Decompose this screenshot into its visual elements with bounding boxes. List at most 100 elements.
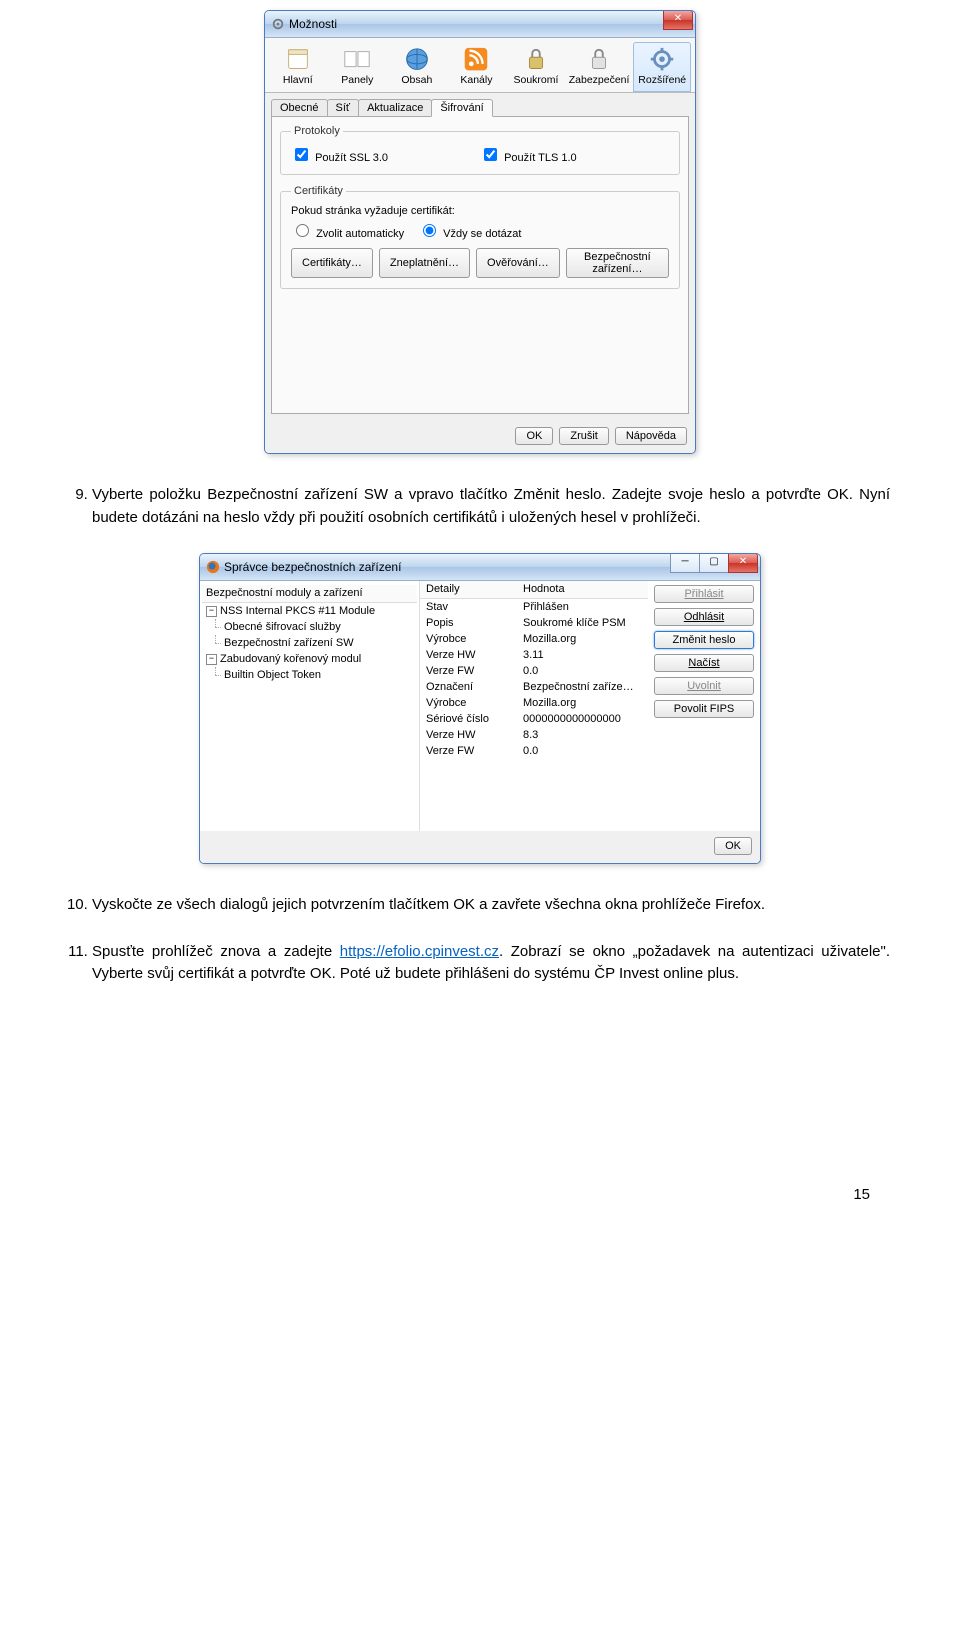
detail-row: PopisSoukromé klíče PSM (420, 615, 648, 631)
window-title: Možnosti (289, 17, 337, 31)
ok-button[interactable]: OK (714, 837, 752, 855)
detail-key: Sériové číslo (420, 711, 517, 727)
cancel-button[interactable]: Zrušit (559, 427, 609, 445)
page-number: 15 (40, 1186, 870, 1203)
tree-module-nss[interactable]: −NSS Internal PKCS #11 Module (202, 603, 417, 619)
tab-update[interactable]: Aktualizace (358, 99, 432, 117)
protocols-legend: Protokoly (291, 125, 343, 137)
load-button[interactable]: Načíst (654, 654, 754, 672)
detail-key: Verze HW (420, 647, 517, 663)
detail-value: 3.11 (517, 647, 648, 663)
main-icon (283, 46, 313, 72)
detail-key: Verze HW (420, 727, 517, 743)
validation-button[interactable]: Ověřování… (476, 248, 560, 278)
detail-key: Stav (420, 599, 517, 615)
radio-auto-input[interactable] (296, 224, 309, 237)
ssl-checkbox[interactable]: Použít SSL 3.0 (291, 145, 480, 164)
collapse-icon[interactable]: − (206, 654, 217, 665)
collapse-icon[interactable]: − (206, 606, 217, 617)
tree-item-generic-crypto[interactable]: Obecné šifrovací služby (202, 619, 417, 635)
detail-row: Verze HW8.3 (420, 727, 648, 743)
certificates-button[interactable]: Certifikáty… (291, 248, 373, 278)
module-tree: Bezpečnostní moduly a zařízení −NSS Inte… (200, 581, 420, 831)
category-toolbar: Hlavní Panely Obsah Kanály Soukromí Zabe… (265, 38, 695, 93)
tab-advanced[interactable]: Rozšířené (633, 42, 691, 92)
tab-feeds[interactable]: Kanály (448, 42, 506, 92)
revocation-button[interactable]: Zneplatnění… (379, 248, 470, 278)
close-icon[interactable]: ✕ (663, 10, 693, 30)
shield-lock-icon (584, 46, 614, 72)
tree-header: Bezpečnostní moduly a zařízení (202, 585, 417, 603)
device-manager-body: Bezpečnostní moduly a zařízení −NSS Inte… (200, 581, 760, 831)
detail-value: Bezpečnostní zaříze… (517, 679, 648, 695)
tls-checkbox[interactable]: Použít TLS 1.0 (480, 145, 669, 164)
titlebar[interactable]: Správce bezpečnostních zařízení ─ ▢ ✕ (200, 554, 760, 581)
release-button[interactable]: Uvolnit (654, 677, 754, 695)
details-header-col1: Detaily (420, 581, 517, 598)
doc-step-11-text-a: Spusťte prohlížeč znova a zadejte (92, 943, 340, 960)
fips-button[interactable]: Povolit FIPS (654, 700, 754, 718)
logout-button[interactable]: Odhlásit (654, 608, 754, 626)
tab-advanced-label: Rozšířené (638, 74, 686, 86)
tab-content-label: Obsah (401, 74, 432, 86)
maximize-icon[interactable]: ▢ (699, 553, 729, 573)
ssl-checkbox-input[interactable] (295, 148, 308, 161)
protocols-group: Protokoly Použít SSL 3.0 Použít TLS 1.0 (280, 125, 680, 175)
tab-main[interactable]: Hlavní (269, 42, 327, 92)
minimize-icon[interactable]: ─ (670, 553, 700, 573)
tab-feeds-label: Kanály (460, 74, 492, 86)
radio-always-label: Vždy se dotázat (443, 228, 521, 240)
detail-value: Přihlášen (517, 599, 648, 615)
detail-value: 0.0 (517, 663, 648, 679)
options-window: Možnosti ✕ Hlavní Panely Obsah Kanály (264, 10, 696, 454)
detail-row: Sériové číslo0000000000000000 (420, 711, 648, 727)
security-devices-button[interactable]: Bezpečnostní zařízení… (566, 248, 669, 278)
detail-key: Označení (420, 679, 517, 695)
tree-module-builtin[interactable]: −Zabudovaný kořenový modul (202, 651, 417, 667)
tab-security[interactable]: Zabezpečení (567, 42, 632, 92)
change-password-button[interactable]: Změnit heslo (654, 631, 754, 649)
login-button[interactable]: Přihlásit (654, 585, 754, 603)
efolio-link[interactable]: https://efolio.cpinvest.cz (340, 943, 499, 960)
radio-auto-label: Zvolit automaticky (316, 228, 404, 240)
tls-checkbox-input[interactable] (484, 148, 497, 161)
radio-auto[interactable]: Zvolit automaticky (291, 221, 404, 240)
tab-privacy[interactable]: Soukromí (507, 42, 565, 92)
titlebar[interactable]: Možnosti ✕ (265, 11, 695, 38)
cert-prompt-label: Pokud stránka vyžaduje certifikát: (291, 205, 669, 217)
tree-module-builtin-label: Zabudovaný kořenový modul (220, 653, 361, 665)
doc-step-11: Spusťte prohlížeč znova a zadejte https:… (92, 941, 890, 986)
tab-general[interactable]: Obecné (271, 99, 328, 117)
tree-item-sw-security-device[interactable]: Bezpečnostní zařízení SW (202, 635, 417, 651)
rss-icon (461, 46, 491, 72)
detail-value: Mozilla.org (517, 695, 648, 711)
detail-row: VýrobceMozilla.org (420, 631, 648, 647)
radio-always-input[interactable] (423, 224, 436, 237)
detail-row: Verze HW3.11 (420, 647, 648, 663)
close-icon[interactable]: ✕ (728, 553, 758, 573)
detail-row: VýrobceMozilla.org (420, 695, 648, 711)
detail-value: 8.3 (517, 727, 648, 743)
detail-value: Mozilla.org (517, 631, 648, 647)
release-button-label: Uvolnit (687, 680, 721, 692)
detail-value: 0000000000000000 (517, 711, 648, 727)
detail-row: OznačeníBezpečnostní zaříze… (420, 679, 648, 695)
tab-encryption[interactable]: Šifrování (431, 99, 492, 117)
tls-checkbox-label: Použít TLS 1.0 (504, 152, 577, 164)
tree-item-builtin-token[interactable]: Builtin Object Token (202, 667, 417, 683)
ok-button[interactable]: OK (515, 427, 553, 445)
lock-icon (521, 46, 551, 72)
detail-value: 0.0 (517, 743, 648, 759)
detail-key: Popis (420, 615, 517, 631)
logout-button-label: Odhlásit (684, 611, 724, 623)
tab-network[interactable]: Síť (327, 99, 360, 117)
details-grid: Detaily Hodnota StavPřihlášen PopisSoukr… (420, 581, 648, 831)
tab-content[interactable]: Obsah (388, 42, 446, 92)
login-button-label: Přihlásit (684, 588, 723, 600)
panels-icon (342, 46, 372, 72)
radio-always[interactable]: Vždy se dotázat (418, 221, 521, 240)
detail-value: Soukromé klíče PSM (517, 615, 648, 631)
help-button[interactable]: Nápověda (615, 427, 687, 445)
tab-panels[interactable]: Panely (329, 42, 387, 92)
tab-privacy-label: Soukromí (513, 74, 558, 86)
